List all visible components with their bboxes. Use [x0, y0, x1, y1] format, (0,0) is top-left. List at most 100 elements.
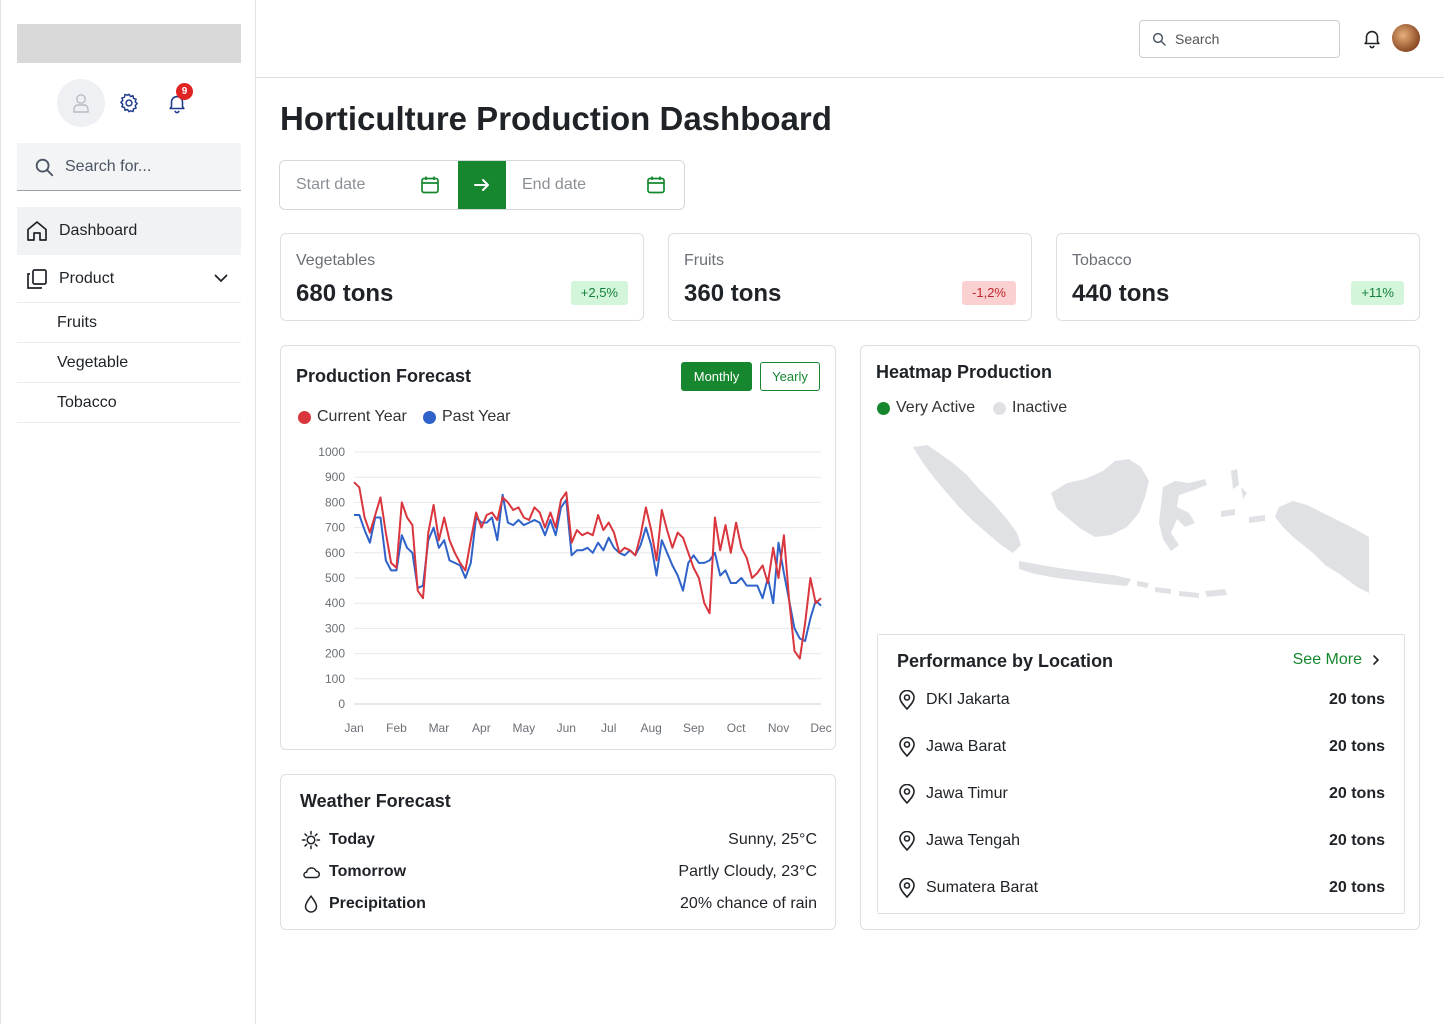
- stat-value: 360 tons: [684, 280, 782, 307]
- legend-label: Past Year: [442, 408, 511, 425]
- start-date-placeholder: Start date: [296, 176, 366, 193]
- heatmap-card: Heatmap Production Very Active Inactive …: [860, 345, 1420, 930]
- legend-label: Current Year: [317, 408, 407, 425]
- sidebar-item-label: Product: [59, 269, 115, 287]
- weather-title: Weather Forecast: [300, 791, 451, 811]
- notification-badge: 9: [176, 83, 193, 100]
- y-tick-label: 400: [325, 596, 345, 610]
- stat-change-badge: -1,2%: [962, 281, 1016, 305]
- y-tick-label: 800: [325, 495, 345, 509]
- user-avatar[interactable]: [57, 79, 105, 127]
- y-tick-label: 200: [325, 647, 345, 661]
- x-tick-label: Aug: [641, 721, 662, 735]
- weather-value: Partly Cloudy, 23°C: [678, 863, 817, 880]
- map-region-sulawesi: [1159, 479, 1207, 551]
- search-icon: [35, 158, 54, 176]
- y-tick-label: 1000: [318, 445, 345, 459]
- location-row[interactable]: Jawa Barat 20 tons: [898, 734, 1385, 760]
- weather-row-today: Today Sunny, 25°C: [301, 828, 817, 852]
- map-region-sumatra: [913, 445, 1021, 553]
- stat-change-badge: +11%: [1351, 281, 1404, 305]
- copy-icon: [27, 268, 47, 289]
- sidebar: 9 Search for... Dashboard Product Fruits…: [0, 0, 256, 1024]
- date-range-arrow-button[interactable]: [458, 161, 506, 209]
- y-tick-label: 900: [325, 470, 345, 484]
- sidebar-subitem-tobacco[interactable]: Tobacco: [17, 383, 241, 423]
- sidebar-subitem-vegetable[interactable]: Vegetable: [17, 343, 241, 383]
- sidebar-subitem-fruits[interactable]: Fruits: [17, 303, 241, 343]
- settings-button[interactable]: [116, 90, 142, 116]
- sidebar-search-placeholder: Search for...: [65, 157, 152, 175]
- stat-card-vegetables: Vegetables 680 tons +2,5%: [280, 233, 644, 321]
- weather-label: Today: [329, 831, 375, 848]
- see-more-label: See More: [1292, 651, 1362, 668]
- sun-icon: [301, 830, 321, 850]
- weather-value: 20% chance of rain: [680, 895, 817, 912]
- top-notifications-button[interactable]: [1361, 27, 1383, 54]
- legend-past-year: Past Year: [423, 408, 511, 426]
- calendar-icon[interactable]: [420, 175, 440, 195]
- subitem-label: Tobacco: [57, 393, 117, 411]
- legend-label: Inactive: [1012, 399, 1068, 416]
- map-pin-icon: [899, 690, 915, 710]
- cloud-icon: [303, 867, 320, 879]
- topbar: Search: [256, 0, 1444, 78]
- map-pin-icon: [899, 831, 915, 851]
- end-date-placeholder: End date: [522, 176, 587, 193]
- legend-dot: [993, 401, 1006, 415]
- legend-current-year: Current Year: [298, 408, 407, 426]
- sidebar-item-dashboard[interactable]: Dashboard: [17, 207, 241, 255]
- legend-label: Very Active: [896, 399, 976, 416]
- location-name: Jawa Barat: [926, 738, 1007, 755]
- legend-dot: [877, 401, 890, 415]
- x-tick-label: Oct: [727, 721, 746, 735]
- location-row[interactable]: Jawa Tengah 20 tons: [898, 828, 1385, 854]
- subitem-label: Vegetable: [57, 353, 129, 371]
- performance-title: Performance by Location: [897, 651, 1114, 671]
- x-tick-label: Sep: [683, 721, 705, 735]
- page-title: Horticulture Production Dashboard: [280, 100, 832, 137]
- profile-avatar[interactable]: [1392, 24, 1420, 52]
- legend-dot: [298, 410, 311, 424]
- notifications-button[interactable]: 9: [164, 83, 193, 116]
- weather-row-tomorrow: Tomorrow Partly Cloudy, 23°C: [301, 860, 817, 884]
- sidebar-item-product[interactable]: Product: [17, 255, 241, 303]
- location-row[interactable]: Sumatera Barat 20 tons: [898, 875, 1385, 901]
- legend-very-active: Very Active: [877, 399, 975, 417]
- location-name: Sumatera Barat: [926, 879, 1039, 896]
- date-range-picker: Start date End date: [279, 160, 685, 210]
- series-line-past-year: [354, 493, 822, 642]
- location-value: 20 tons: [1328, 785, 1385, 802]
- location-row[interactable]: Jawa Timur 20 tons: [898, 781, 1385, 807]
- sidebar-search-input[interactable]: Search for...: [17, 143, 241, 191]
- monthly-toggle-button[interactable]: Monthly: [681, 362, 752, 391]
- see-more-link[interactable]: See More: [1293, 651, 1382, 669]
- user-icon: [73, 94, 89, 113]
- location-row[interactable]: DKI Jakarta 20 tons: [898, 687, 1385, 713]
- yearly-toggle-button[interactable]: Yearly: [760, 362, 820, 391]
- x-tick-label: Jul: [601, 721, 616, 735]
- indonesia-map[interactable]: [909, 441, 1373, 611]
- chevron-down-icon: [214, 274, 228, 283]
- x-tick-label: Jun: [557, 721, 576, 735]
- map-region-java: [1019, 561, 1131, 586]
- y-tick-label: 700: [325, 521, 345, 535]
- stat-card-tobacco: Tobacco 440 tons +11%: [1056, 233, 1420, 321]
- stat-label: Fruits: [684, 252, 724, 269]
- location-name: Jawa Timur: [926, 785, 1008, 802]
- weather-forecast-card: Weather Forecast Today Sunny, 25°C Tomor…: [280, 774, 836, 930]
- stat-card-fruits: Fruits 360 tons -1,2%: [668, 233, 1032, 321]
- location-value: 20 tons: [1328, 879, 1385, 896]
- map-pin-icon: [899, 737, 915, 757]
- y-tick-label: 500: [325, 571, 345, 585]
- map-pin-icon: [899, 878, 915, 898]
- chevron-right-icon: [1373, 655, 1380, 665]
- legend-dot: [423, 410, 436, 424]
- map-pin-icon: [899, 784, 915, 804]
- forecast-title: Production Forecast: [296, 366, 472, 386]
- top-search-input[interactable]: Search: [1139, 20, 1340, 58]
- search-icon: [1152, 32, 1166, 46]
- performance-by-location: Performance by Location See More DKI Jak…: [877, 634, 1405, 914]
- y-tick-label: 100: [325, 672, 345, 686]
- calendar-icon[interactable]: [646, 175, 666, 195]
